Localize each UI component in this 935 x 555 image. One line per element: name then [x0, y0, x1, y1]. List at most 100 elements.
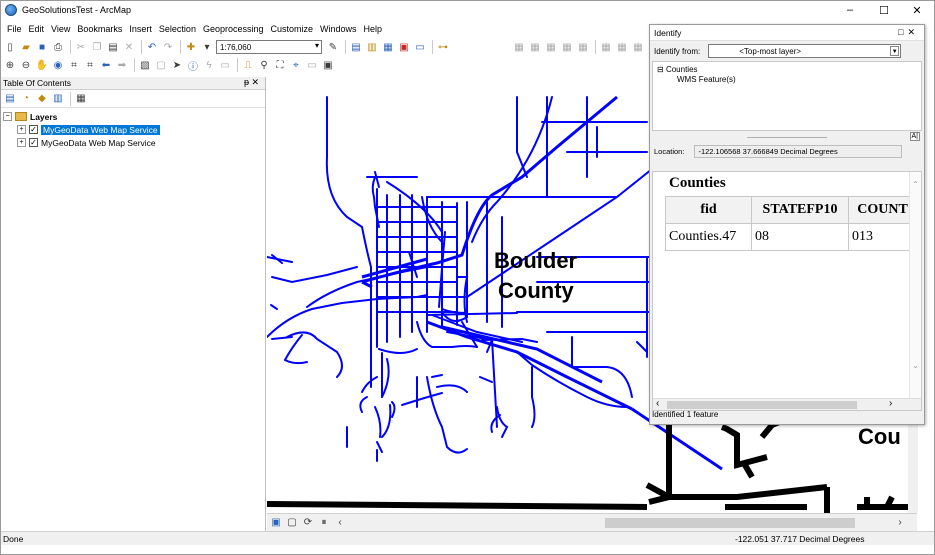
- clear-selection-icon[interactable]: ▢: [154, 58, 168, 72]
- attribute-header-row: fid STATEFP10 COUNT: [665, 196, 917, 224]
- fixed-zoom-out-icon[interactable]: ⌗: [83, 58, 97, 72]
- layer-visibility-checkbox[interactable]: ✓: [29, 125, 38, 134]
- identify-tree-root[interactable]: ⊟ Counties: [657, 65, 917, 75]
- data-view-icon[interactable]: ▣: [269, 516, 283, 530]
- scroll-left-icon[interactable]: ‹: [656, 398, 659, 409]
- add-data-dropdown-icon[interactable]: ▾: [200, 40, 214, 54]
- georef-tools-icon: ▦: [514, 41, 524, 53]
- pane-horizontal-scrollbar[interactable]: ‹ ›: [653, 398, 921, 410]
- measure-icon[interactable]: ⎍: [241, 58, 255, 72]
- pane-hscroll-thumb[interactable]: [667, 401, 857, 409]
- menu-edit[interactable]: Edit: [29, 24, 45, 34]
- select-features-icon[interactable]: ▧: [138, 58, 152, 72]
- collapse-icon[interactable]: −: [3, 112, 12, 121]
- go-to-xy-icon[interactable]: ⌖: [289, 58, 303, 72]
- menu-geoprocessing[interactable]: Geoprocessing: [203, 24, 264, 34]
- identify-tree-child[interactable]: WMS Feature(s): [657, 75, 917, 85]
- paste-icon[interactable]: ▤: [106, 40, 120, 54]
- tools-toolbar: ⊕ ⊖ ✋ ◉ ⌗ ⌗ ⬅ ➡ ▧ ▢ ➤ ⓘ ϟ ▭ ⎍ ⚲ ⛶ ⌖ ▭ ▣: [3, 56, 337, 74]
- identify-window-controls[interactable]: □✕: [898, 27, 919, 38]
- identify-splitter[interactable]: A|: [650, 131, 924, 143]
- scroll-left-arrow-icon[interactable]: ‹: [333, 516, 347, 530]
- scroll-right-arrow-icon[interactable]: ›: [893, 516, 907, 530]
- menu-view[interactable]: View: [51, 24, 70, 34]
- add-data-icon[interactable]: ✚: [184, 40, 198, 54]
- hyperlink-icon[interactable]: ϟ: [202, 58, 216, 72]
- list-by-selection-icon[interactable]: ▥: [51, 92, 65, 106]
- new-document-icon[interactable]: ▯: [3, 40, 17, 54]
- find-route-icon[interactable]: ⛶: [273, 58, 287, 72]
- layer-row[interactable]: + ✓ MyGeoData Web Map Service: [3, 123, 265, 136]
- list-by-source-icon[interactable]: ◔: [19, 92, 33, 106]
- pause-drawing-icon[interactable]: ⏸: [317, 516, 331, 530]
- scroll-right-icon[interactable]: ›: [889, 398, 892, 409]
- open-folder-icon[interactable]: ▰: [19, 40, 33, 54]
- select-elements-icon[interactable]: ➤: [170, 58, 184, 72]
- attribute-row: Counties.47 08 013: [665, 223, 917, 251]
- menu-insert[interactable]: Insert: [129, 24, 152, 34]
- identify-view-toggle-icon[interactable]: A|: [909, 132, 920, 141]
- cut-icon[interactable]: ✂: [74, 40, 88, 54]
- menu-help[interactable]: Help: [364, 24, 383, 34]
- zoom-in-icon[interactable]: ⊕: [3, 58, 17, 72]
- time-slider-icon[interactable]: ▭: [305, 58, 319, 72]
- create-viewer-icon[interactable]: ▣: [321, 58, 335, 72]
- menu-file[interactable]: File: [7, 24, 22, 34]
- layers-folder-icon: [15, 112, 27, 121]
- map-horizontal-scrollbar-thumb[interactable]: [605, 518, 855, 528]
- full-extent-icon[interactable]: ◉: [51, 58, 65, 72]
- list-by-visibility-icon[interactable]: ◆: [35, 92, 49, 106]
- layer-label[interactable]: MyGeoData Web Map Service: [41, 124, 160, 135]
- status-message: Done: [3, 533, 24, 544]
- column-header: fid: [665, 196, 752, 224]
- toc-options-icon[interactable]: ▦: [74, 92, 88, 106]
- forward-extent-icon[interactable]: ➡: [115, 58, 129, 72]
- toc-pin-close-controls[interactable]: ᵽ ✕: [244, 77, 259, 88]
- layer-label[interactable]: MyGeoData Web Map Service: [41, 138, 156, 148]
- delete-icon[interactable]: ✕: [122, 40, 136, 54]
- catalog-icon[interactable]: ▥: [365, 40, 379, 54]
- column-header: COUNT: [848, 196, 917, 224]
- identify-from-dropdown[interactable]: <Top-most layer> ▼: [708, 44, 902, 58]
- list-by-drawing-order-icon[interactable]: ▤: [3, 92, 17, 106]
- toc-title: Table Of Contents: [3, 78, 72, 88]
- arctoolbox-icon[interactable]: ▣: [397, 40, 411, 54]
- pane-vertical-scrollbar[interactable]: ⌃ ⌄: [909, 172, 921, 400]
- zoom-out-icon[interactable]: ⊖: [19, 58, 33, 72]
- find-icon[interactable]: ⚲: [257, 58, 271, 72]
- identify-icon[interactable]: ⓘ: [186, 58, 200, 73]
- scroll-down-icon[interactable]: ⌄: [910, 361, 921, 370]
- undo-icon[interactable]: ↶: [145, 40, 159, 54]
- table-of-contents-icon[interactable]: ▤: [349, 40, 363, 54]
- python-window-icon[interactable]: ▭: [413, 40, 427, 54]
- back-extent-icon[interactable]: ⬅: [99, 58, 113, 72]
- menu-customize[interactable]: Customize: [271, 24, 314, 34]
- search-window-icon[interactable]: ▦: [381, 40, 395, 54]
- model-builder-icon[interactable]: ⊶: [436, 40, 450, 54]
- layers-root[interactable]: − Layers: [3, 110, 265, 123]
- map-scale-combo[interactable]: 1:76,060 ▾: [216, 40, 322, 54]
- editor-toolbar-icon[interactable]: ✎: [326, 40, 340, 54]
- print-icon[interactable]: ⎙: [51, 40, 65, 54]
- pan-icon[interactable]: ✋: [35, 58, 49, 72]
- expand-icon[interactable]: +: [17, 125, 26, 134]
- menu-windows[interactable]: Windows: [320, 24, 357, 34]
- layer-tree: − Layers + ✓ MyGeoData Web Map Service +…: [1, 108, 265, 149]
- layer-row[interactable]: + ✓ MyGeoData Web Map Service: [3, 136, 265, 149]
- menu-selection[interactable]: Selection: [159, 24, 196, 34]
- layer-visibility-checkbox[interactable]: ✓: [29, 138, 38, 147]
- copy-icon[interactable]: ❐: [90, 40, 104, 54]
- redo-icon[interactable]: ↷: [161, 40, 175, 54]
- close-button[interactable]: ✕: [900, 1, 934, 19]
- minimize-button[interactable]: –: [833, 1, 867, 19]
- refresh-icon[interactable]: ⟳: [301, 516, 315, 530]
- save-icon[interactable]: ■: [35, 40, 49, 54]
- menu-bookmarks[interactable]: Bookmarks: [77, 24, 122, 34]
- maximize-button[interactable]: ☐: [867, 1, 901, 19]
- map-bottom-bar: ▣ ▢ ⟳ ⏸ ‹ ›: [267, 513, 917, 531]
- layout-view-icon[interactable]: ▢: [285, 516, 299, 530]
- expand-icon[interactable]: +: [17, 138, 26, 147]
- scroll-up-icon[interactable]: ⌃: [910, 180, 921, 189]
- html-popup-icon[interactable]: ▭: [218, 58, 232, 72]
- fixed-zoom-in-icon[interactable]: ⌗: [67, 58, 81, 72]
